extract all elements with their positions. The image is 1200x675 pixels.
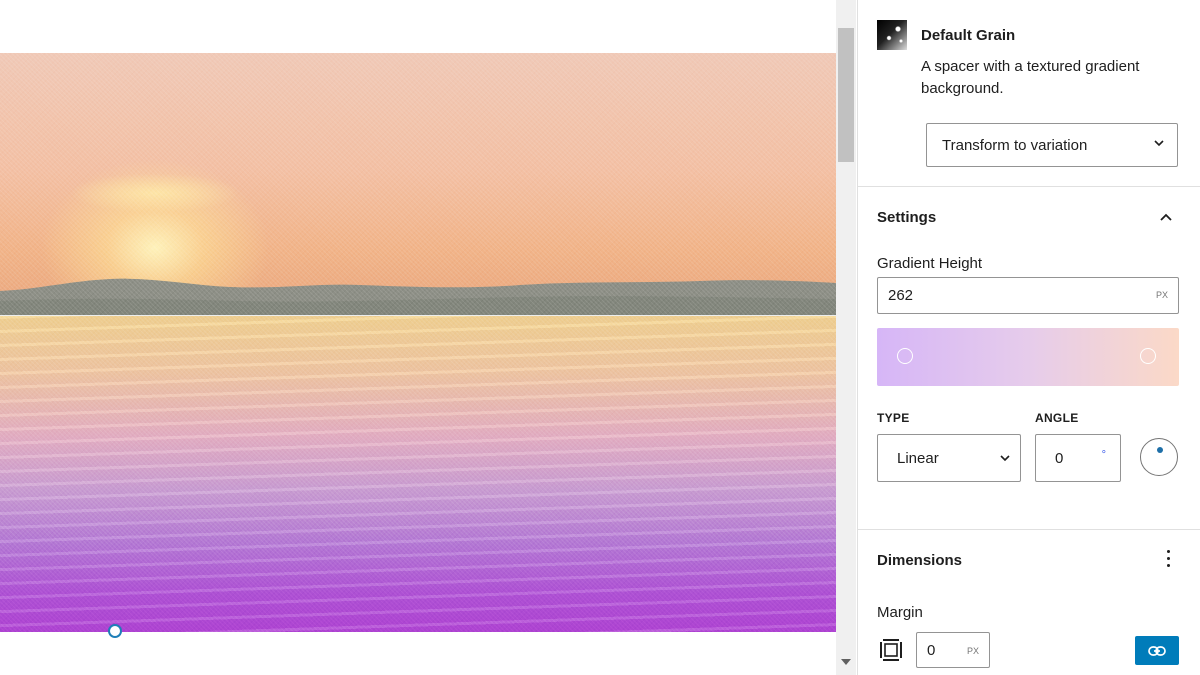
block-description: A spacer with a textured gradient backgr… — [921, 58, 1140, 97]
grain-overlay — [0, 53, 836, 632]
block-card: Default Grain A spacer with a textured g… — [858, 0, 1200, 187]
link-sides-button[interactable] — [1135, 636, 1179, 665]
settings-panel-title: Settings — [877, 209, 937, 226]
gradient-angle-input[interactable]: 0 ° — [1035, 434, 1121, 482]
gradient-height-unit: PX — [1155, 290, 1168, 300]
block-settings-sidebar: Default Grain A spacer with a textured g… — [857, 0, 1200, 675]
block-selection-line — [0, 315, 836, 316]
grain-texture-icon — [877, 20, 907, 50]
canvas-scrollbar[interactable] — [836, 0, 856, 675]
gradient-height-value: 262 — [888, 287, 914, 304]
gradient-preview-bar[interactable] — [877, 328, 1179, 386]
margin-unit: PX — [966, 646, 979, 656]
gradient-type-select[interactable]: Linear — [877, 434, 1021, 482]
gradient-height-label: Gradient Height — [877, 255, 983, 272]
margin-sides-icon[interactable] — [880, 639, 902, 661]
chevron-up-icon[interactable] — [1159, 211, 1173, 225]
margin-input[interactable]: 0 PX — [916, 632, 990, 668]
angle-picker-dial[interactable] — [1140, 438, 1178, 476]
gradient-angle-value: 0 — [1055, 449, 1064, 467]
settings-panel: Settings Gradient Height 262 PX TYPE ANG… — [858, 187, 1200, 530]
transform-variation-select[interactable]: Transform to variation — [926, 123, 1178, 167]
type-label: TYPE — [877, 411, 910, 425]
chevron-down-icon — [1000, 455, 1010, 462]
scrollbar-thumb[interactable] — [838, 28, 854, 162]
angle-label: ANGLE — [1035, 411, 1079, 425]
resize-handle[interactable] — [108, 624, 122, 638]
angle-dial-indicator — [1157, 447, 1163, 453]
scroll-down-arrow-icon[interactable] — [841, 659, 851, 665]
angle-unit: ° — [1101, 449, 1106, 461]
dimensions-panel: Dimensions Margin 0 PX — [858, 530, 1200, 675]
gradient-stop-start[interactable] — [897, 348, 913, 364]
editor-canvas — [0, 0, 836, 675]
gradient-type-value: Linear — [897, 449, 939, 467]
grain-spacer-block[interactable] — [0, 53, 836, 632]
block-title: Default Grain — [921, 27, 1016, 44]
margin-value: 0 — [927, 641, 936, 659]
chevron-down-icon — [1154, 140, 1164, 147]
variation-select-label: Transform to variation — [942, 136, 1088, 154]
link-icon — [1148, 645, 1166, 656]
gradient-stop-end[interactable] — [1140, 348, 1156, 364]
margin-label: Margin — [877, 604, 923, 621]
gradient-height-input[interactable]: 262 PX — [877, 277, 1179, 314]
dimensions-panel-title: Dimensions — [877, 552, 963, 569]
more-options-icon[interactable] — [1167, 550, 1171, 568]
